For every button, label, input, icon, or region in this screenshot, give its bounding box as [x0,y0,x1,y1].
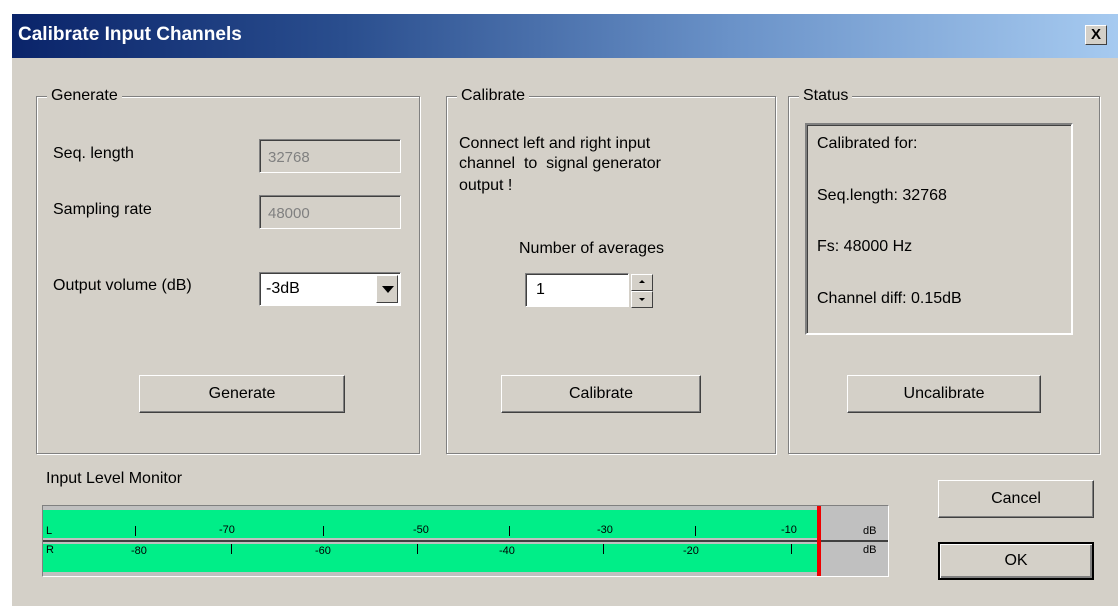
seq-length-field: 32768 [259,139,401,173]
spin-down-icon[interactable] [631,291,653,308]
sampling-rate-field: 48000 [259,195,401,229]
instruction-line-3: output ! [459,177,513,194]
calibrate-button[interactable]: Calibrate [501,375,701,413]
channel-divider [43,540,888,542]
r-tick-label: -60 [315,545,331,557]
output-volume-label: Output volume (dB) [53,277,192,294]
seq-length-label: Seq. length [53,145,134,162]
unit-r-label: dB [863,544,877,556]
r-tick-mark [417,544,418,554]
close-button[interactable]: X [1085,25,1107,45]
l-tick-mark [135,526,136,536]
l-tick-label: -10 [781,524,797,536]
calibrate-legend: Calibrate [457,87,530,105]
r-tick-mark [231,544,232,554]
right-level-bar [43,544,820,572]
status-legend: Status [799,87,853,105]
status-line-4: Channel diff: 0.15dB [817,290,962,307]
l-tick-mark [323,526,324,536]
calibrate-group: Calibrate Connect left and right input c… [446,87,776,454]
channel-l-label: L [46,525,53,537]
status-line-1: Calibrated for: [817,135,918,152]
output-volume-select[interactable]: -3dB [259,272,401,306]
spin-up-icon[interactable] [631,274,653,291]
status-line-2: Seq.length: 32768 [817,187,947,204]
calibrate-dialog: Calibrate Input Channels X Generate Seq.… [12,14,1118,606]
ok-button[interactable]: OK [938,542,1094,580]
instruction-line-1: Connect left and right input [459,135,651,152]
title-bar: Calibrate Input Channels X [12,14,1118,58]
r-tick-label: -40 [499,545,515,557]
chevron-down-icon[interactable] [376,275,398,303]
l-tick-label: -70 [219,524,235,536]
window-title: Calibrate Input Channels [18,24,242,45]
left-level-bar [43,510,820,538]
output-volume-value: -3dB [266,280,300,297]
uncalibrate-button[interactable]: Uncalibrate [847,375,1041,413]
l-tick-mark [509,526,510,536]
input-level-meter: L R dB dB -70 -50 -30 -10 -80 -60 -40 -2… [42,505,889,577]
l-tick-label: -50 [413,524,429,536]
close-icon: X [1090,26,1101,43]
status-line-3: Fs: 48000 Hz [817,238,913,255]
calibration-status-panel: Calibrated for: Seq.length: 32768 Fs: 48… [805,123,1073,335]
l-tick-label: -30 [597,524,613,536]
generate-group: Generate Seq. length 32768 Sampling rate… [36,87,420,454]
instruction-line-2: channel to signal generator [459,155,661,172]
unit-l-label: dB [863,525,877,537]
r-tick-mark [603,544,604,554]
r-tick-label: -20 [683,545,699,557]
generate-legend: Generate [47,87,122,105]
cancel-button[interactable]: Cancel [938,480,1094,518]
r-tick-label: -80 [131,545,147,557]
status-group: Status Calibrated for: Seq.length: 32768… [788,87,1100,454]
r-tick-mark [791,544,792,554]
input-level-monitor-label: Input Level Monitor [46,470,183,487]
averages-input[interactable]: 1 [525,273,629,307]
sampling-rate-label: Sampling rate [53,201,152,218]
peak-marker [817,506,821,576]
averages-label: Number of averages [519,240,664,257]
l-tick-mark [695,526,696,536]
averages-value: 1 [536,281,545,298]
generate-button[interactable]: Generate [139,375,345,413]
channel-r-label: R [46,544,54,556]
